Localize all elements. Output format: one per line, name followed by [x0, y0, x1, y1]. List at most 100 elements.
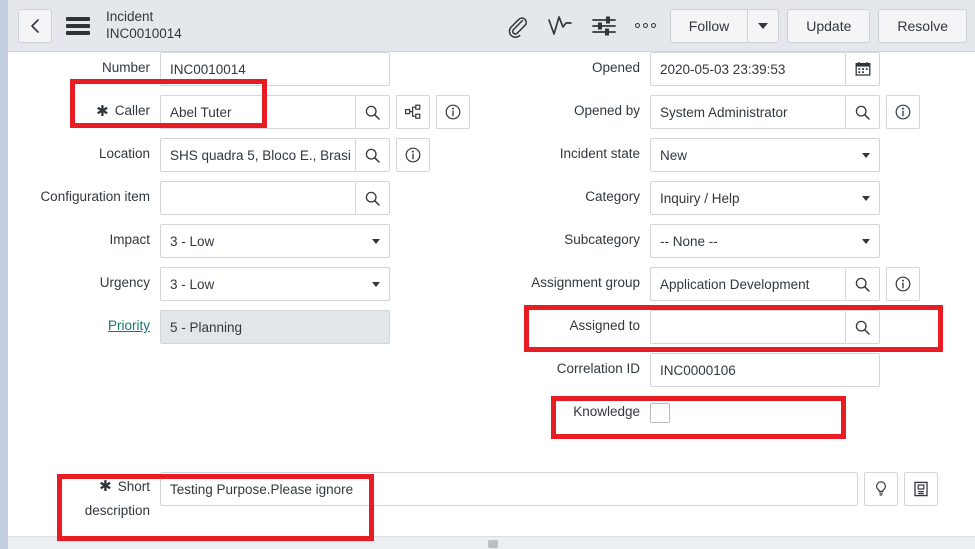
search-icon[interactable] — [356, 95, 390, 129]
search-icon[interactable] — [846, 267, 880, 301]
form-settings-icon[interactable] — [591, 14, 617, 38]
number-label-text: Number — [101, 60, 150, 75]
subcategory-select[interactable]: -- None -- — [650, 224, 880, 258]
horizontal-scrollbar[interactable] — [8, 536, 975, 549]
chevron-down-icon — [372, 238, 380, 244]
activity-stream-icon[interactable] — [547, 14, 573, 38]
field-location: Location SHS quadra 5, Bloco E., Brasi — [20, 138, 490, 172]
follow-dropdown-button[interactable] — [748, 8, 780, 43]
knowledge-label-text: Knowledge — [573, 404, 640, 419]
info-icon[interactable] — [886, 267, 920, 301]
required-marker-icon: ✱ — [96, 103, 109, 120]
number-control: INC0010014 — [160, 52, 390, 86]
urgency-select[interactable]: 3 - Low — [160, 267, 390, 301]
field-short-description: ✱ Short description Testing Purpose.Plea… — [20, 472, 970, 520]
opened-by-input[interactable]: System Administrator — [650, 95, 846, 129]
subcategory-label-text: Subcategory — [564, 232, 640, 247]
category-control: Inquiry / Help — [650, 181, 880, 215]
info-icon[interactable] — [396, 138, 430, 172]
field-assignment-group: Assignment group Application Development — [508, 267, 968, 301]
urgency-selected-value: 3 - Low — [170, 276, 215, 292]
assigned-to-control — [650, 310, 880, 344]
field-assigned-to: Assigned to — [508, 310, 968, 344]
opened-input[interactable]: 2020-05-03 23:39:53 — [650, 52, 846, 86]
incident-state-label: Incident state — [508, 138, 650, 163]
record-number-label: INC0010014 — [106, 25, 182, 41]
attachment-icon[interactable] — [505, 14, 529, 38]
category-select[interactable]: Inquiry / Help — [650, 181, 880, 215]
assigned-to-input[interactable] — [650, 310, 846, 344]
field-knowledge: Knowledge — [508, 396, 968, 430]
follow-button[interactable]: Follow — [669, 8, 749, 43]
info-icon[interactable] — [886, 95, 920, 129]
field-category: Category Inquiry / Help — [508, 181, 968, 215]
caller-input[interactable]: Abel Tuter — [160, 95, 356, 129]
incident-state-label-text: Incident state — [559, 146, 640, 161]
lightbulb-icon[interactable] — [864, 472, 898, 506]
number-input[interactable]: INC0010014 — [160, 52, 390, 86]
knowledge-label: Knowledge — [508, 396, 650, 421]
impact-select[interactable]: 3 - Low — [160, 224, 390, 258]
field-priority: Priority 5 - Planning — [20, 310, 490, 344]
short-description-input[interactable]: Testing Purpose.Please ignore — [160, 472, 858, 506]
number-label: Number — [20, 52, 160, 77]
correlation-id-label-text: Correlation ID — [556, 361, 640, 376]
impact-control: 3 - Low — [160, 224, 390, 258]
opened-label-text: Opened — [591, 60, 640, 75]
search-icon[interactable] — [356, 181, 390, 215]
calendar-icon[interactable] — [846, 52, 880, 86]
chevron-down-icon — [758, 22, 769, 29]
info-icon[interactable] — [436, 95, 470, 129]
assignment-group-input[interactable]: Application Development — [650, 267, 846, 301]
incident-state-control: New — [650, 138, 880, 172]
short-description-label-line2: description — [84, 503, 150, 519]
impact-selected-value: 3 - Low — [170, 233, 215, 249]
chevron-down-icon — [862, 195, 870, 201]
form-header: Incident INC0010014 Follow Update Resolv… — [8, 0, 975, 52]
priority-label-text[interactable]: Priority — [108, 318, 150, 335]
incident-state-select[interactable]: New — [650, 138, 880, 172]
chevron-down-icon — [862, 152, 870, 158]
search-icon[interactable] — [356, 138, 390, 172]
correlation-id-input[interactable]: INC0000106 — [650, 353, 880, 387]
field-impact: Impact 3 - Low — [20, 224, 490, 258]
field-subcategory: Subcategory -- None -- — [508, 224, 968, 258]
journal-icon[interactable] — [904, 472, 938, 506]
horizontal-scrollbar-thumb[interactable] — [488, 540, 498, 548]
search-icon[interactable] — [846, 310, 880, 344]
configuration-item-control — [160, 181, 390, 215]
location-label: Location — [20, 138, 160, 163]
update-button[interactable]: Update — [787, 8, 871, 43]
hamburger-menu-icon[interactable] — [66, 16, 90, 35]
subcategory-control: -- None -- — [650, 224, 880, 258]
field-configuration-item: Configuration item — [20, 181, 490, 215]
back-button[interactable] — [18, 8, 52, 43]
more-options-icon[interactable] — [634, 23, 656, 28]
opened-label: Opened — [508, 52, 650, 77]
short-description-label-line1: Short — [117, 479, 150, 494]
priority-input: 5 - Planning — [160, 310, 390, 344]
configuration-item-label: Configuration item — [20, 181, 160, 206]
page-left-gutter — [0, 0, 8, 549]
correlation-id-control: INC0000106 — [650, 353, 880, 387]
location-control: SHS quadra 5, Bloco E., Brasi — [160, 138, 430, 172]
caller-control: Abel Tuter — [160, 95, 470, 129]
assignment-group-label: Assignment group — [508, 267, 650, 292]
subcategory-label: Subcategory — [508, 224, 650, 249]
knowledge-checkbox[interactable] — [650, 403, 670, 423]
configuration-item-label-text: Configuration item — [40, 189, 150, 204]
header-icon-group — [505, 14, 656, 38]
org-chart-icon[interactable] — [396, 95, 430, 129]
correlation-id-label: Correlation ID — [508, 353, 650, 378]
category-label: Category — [508, 181, 650, 206]
assignment-group-label-text: Assignment group — [531, 275, 640, 290]
search-icon[interactable] — [846, 95, 880, 129]
field-correlation-id: Correlation ID INC0000106 — [508, 353, 968, 387]
incident-state-selected-value: New — [660, 147, 688, 163]
resolve-button[interactable]: Resolve — [878, 8, 967, 43]
category-label-text: Category — [585, 189, 640, 204]
configuration-item-input[interactable] — [160, 181, 356, 215]
location-input[interactable]: SHS quadra 5, Bloco E., Brasi — [160, 138, 356, 172]
opened-control: 2020-05-03 23:39:53 — [650, 52, 880, 86]
field-incident-state: Incident state New — [508, 138, 968, 172]
